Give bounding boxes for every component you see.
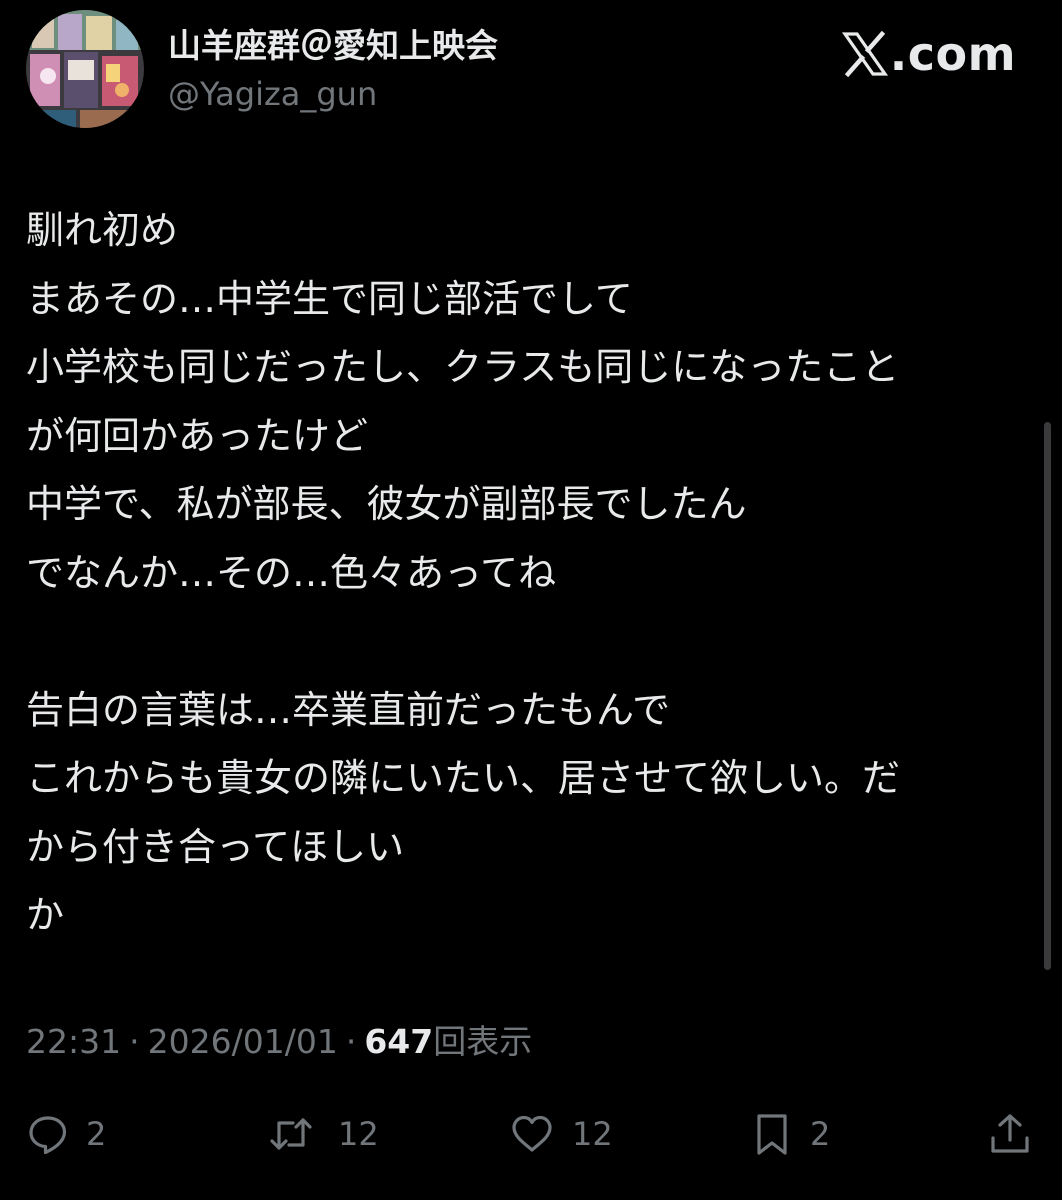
bookmark-count: 2 bbox=[810, 1115, 831, 1153]
heart-icon bbox=[512, 1115, 552, 1152]
tweet-line: まあその…中学生で同じ部活でして bbox=[26, 276, 633, 321]
bookmark-button[interactable]: 2 bbox=[750, 1108, 830, 1160]
tweet-line: これからも貴女の隣にいたい、居させて欲しい。だ bbox=[26, 756, 901, 800]
repost-icon bbox=[270, 1118, 312, 1150]
x-logo-icon bbox=[841, 31, 888, 77]
like-button[interactable]: 12 bbox=[508, 1108, 613, 1160]
tweet-text: 馴れ初め まあその…中学生で同じ部活でして 小学校も同じだったし、クラスも同じに… bbox=[26, 196, 1026, 950]
avatar[interactable] bbox=[26, 10, 144, 128]
tweet-meta: 22:31 · 2026/01/01 · 647回表示 bbox=[26, 1016, 532, 1068]
tweet-time[interactable]: 22:31 bbox=[26, 1022, 121, 1061]
views-label: 回表示 bbox=[433, 1022, 533, 1061]
meta-separator: · bbox=[345, 1022, 357, 1061]
avatar-image bbox=[26, 10, 144, 128]
tweet-line: 中学で、私が部長、彼女が副部長でしたん bbox=[26, 482, 747, 526]
repost-count: 12 bbox=[338, 1115, 379, 1153]
action-bar: 2 12 12 2 bbox=[0, 1100, 1062, 1170]
tweet-line: 告白の言葉は…卒業直前だったもんで bbox=[26, 687, 671, 732]
tweet-header: 山羊座群＠愛知上映会 @Yagiza_gun .com bbox=[0, 0, 1062, 140]
tweet-line: から付き合ってほしい bbox=[26, 824, 405, 869]
reply-count: 2 bbox=[86, 1115, 107, 1153]
repost-button[interactable]: 12 bbox=[260, 1108, 379, 1160]
share-button[interactable] bbox=[988, 1108, 1032, 1160]
scrollbar[interactable] bbox=[1044, 422, 1051, 970]
tweet-line: 小学校も同じだったし、クラスも同じになったこと bbox=[26, 345, 900, 389]
brand-text: .com bbox=[889, 27, 1016, 81]
meta-separator: · bbox=[129, 1022, 140, 1061]
reply-icon bbox=[29, 1116, 67, 1155]
author-handle[interactable]: @Yagiza_gun bbox=[168, 72, 377, 116]
views-count: 647 bbox=[364, 1022, 434, 1061]
tweet-line: が何回かあったけど bbox=[26, 413, 369, 458]
tweet-line: 馴れ初め bbox=[26, 208, 179, 252]
share-icon bbox=[991, 1114, 1029, 1153]
bookmark-icon bbox=[757, 1114, 787, 1155]
tweet-date[interactable]: 2026/01/01 bbox=[148, 1022, 338, 1061]
like-count: 12 bbox=[572, 1115, 613, 1153]
author-display-name[interactable]: 山羊座群＠愛知上映会 bbox=[168, 24, 498, 68]
reply-button[interactable]: 2 bbox=[26, 1108, 106, 1160]
tweet-line: か bbox=[26, 893, 65, 937]
tweet-line: でなんか…その…色々あってね bbox=[26, 550, 557, 595]
brand-logo: .com bbox=[841, 26, 1016, 82]
